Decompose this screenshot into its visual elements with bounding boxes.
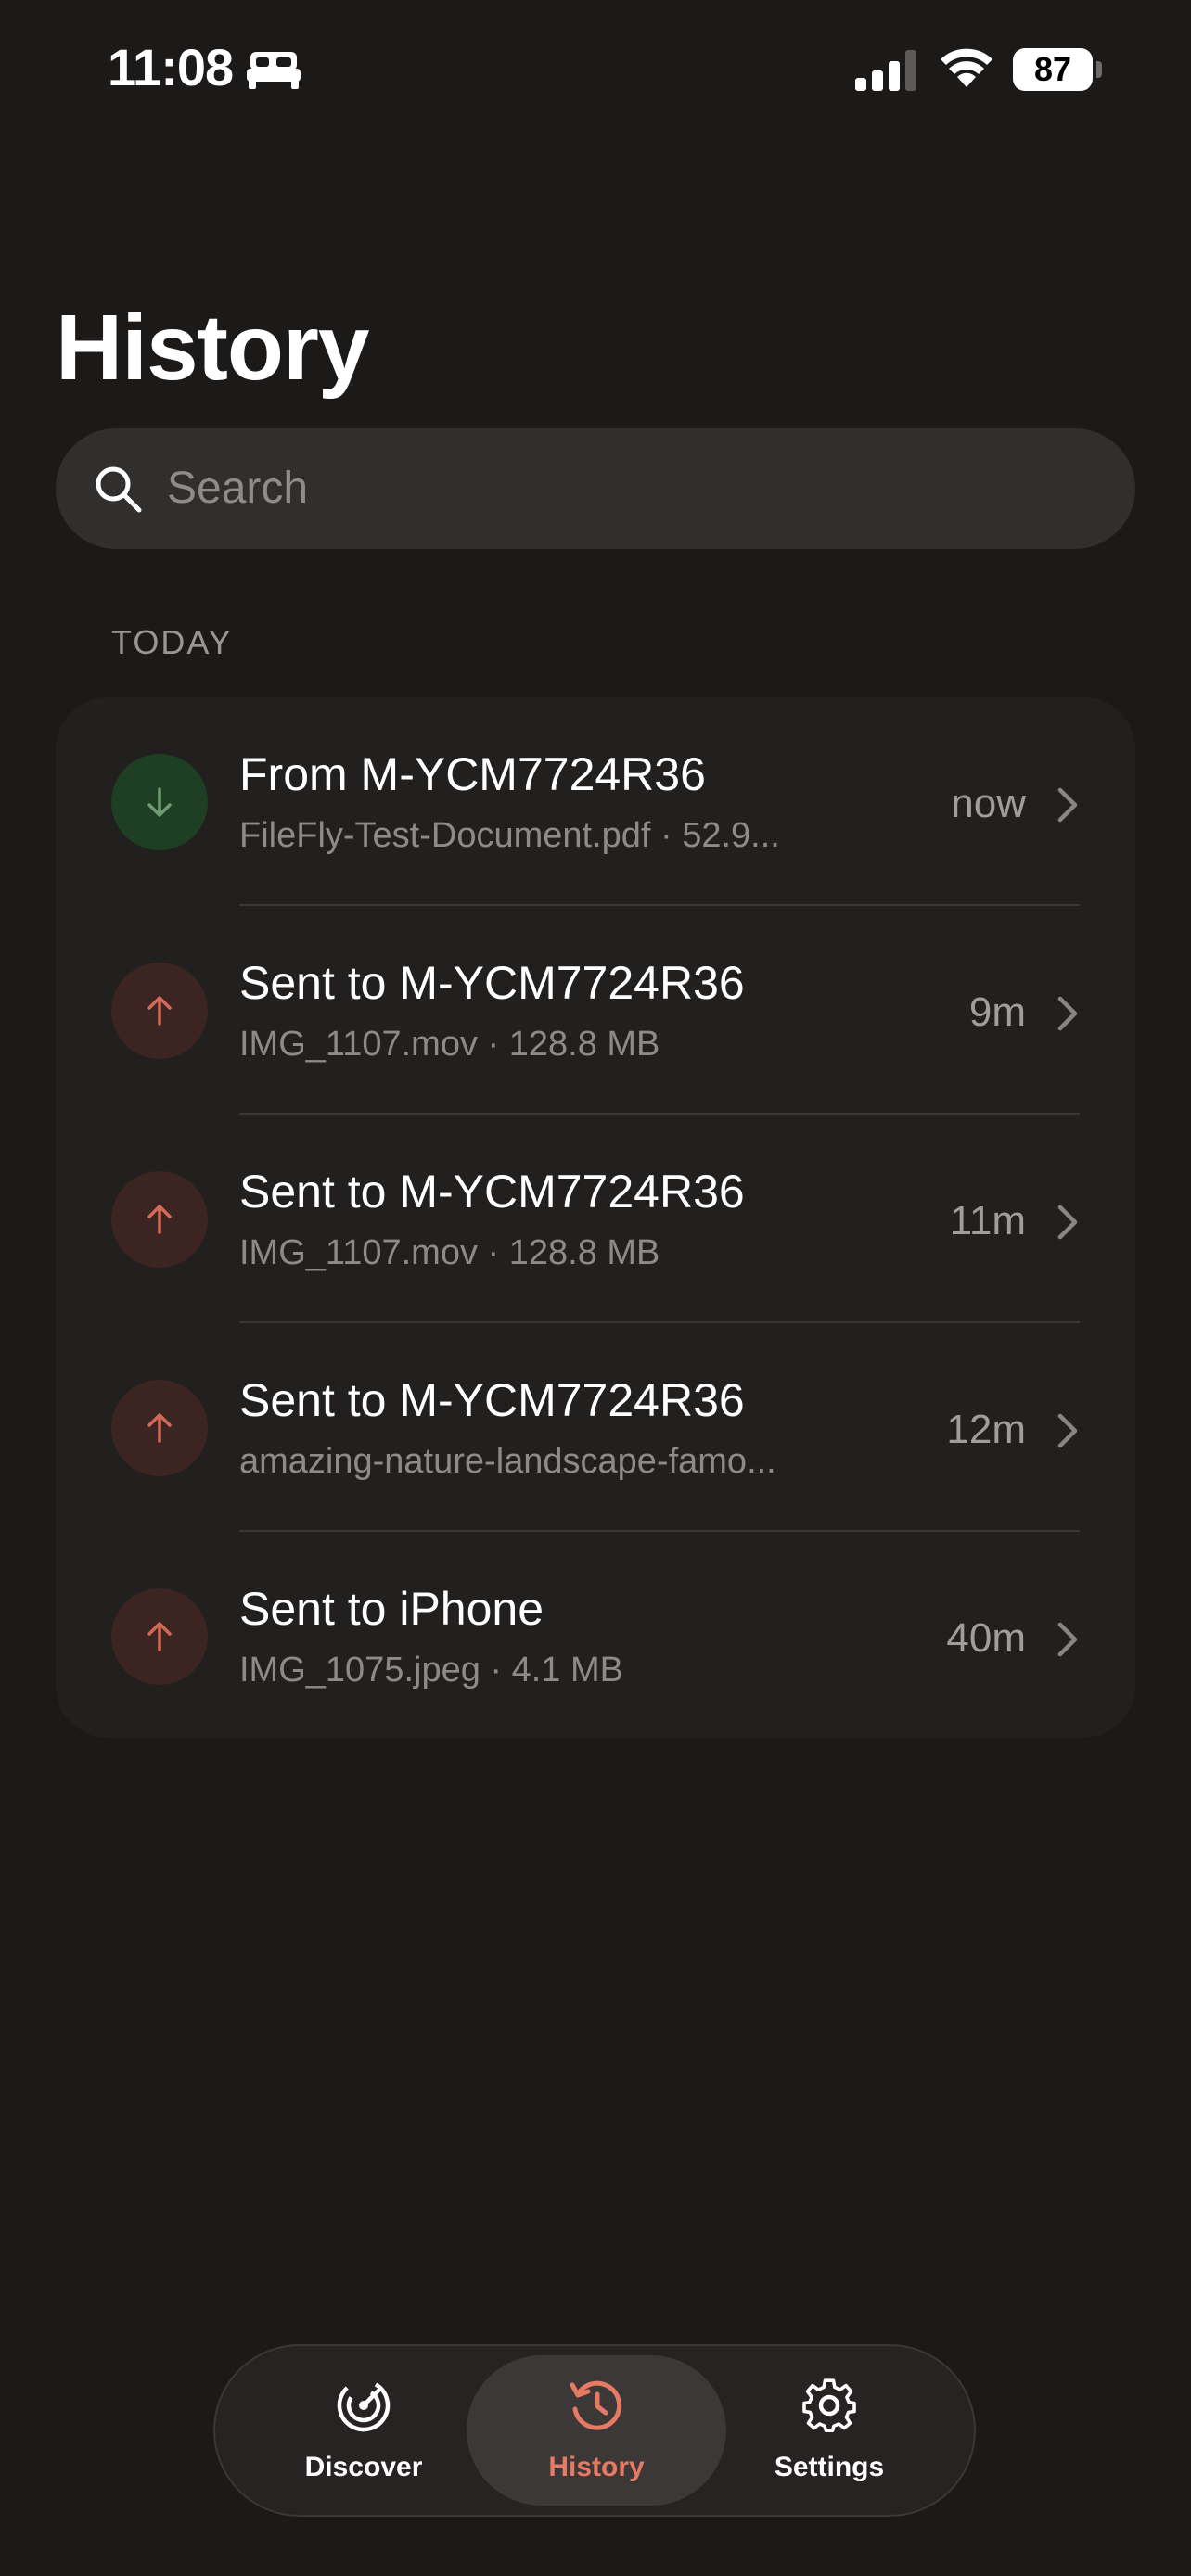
battery-level: 87 xyxy=(1013,48,1093,91)
gear-icon xyxy=(802,2378,856,2433)
row-subtitle: amazing-nature-landscape-famo... xyxy=(239,1442,776,1481)
search-placeholder: Search xyxy=(167,464,309,513)
status-bar: 11:08 87 xyxy=(0,0,1191,139)
chevron-right-icon xyxy=(1057,787,1078,823)
row-time: 11m xyxy=(949,1198,1026,1243)
arrow-up-icon xyxy=(147,1622,172,1651)
sent-badge xyxy=(111,1171,208,1268)
tab-label-settings: Settings xyxy=(774,2452,885,2482)
history-icon xyxy=(570,2380,622,2430)
history-row[interactable]: Sent to iPhone IMG_1075.jpeg · 4.1 MB 40… xyxy=(56,1532,1135,1741)
tab-settings[interactable]: Settings xyxy=(699,2355,959,2506)
row-subtitle: IMG_1107.mov · 128.8 MB xyxy=(239,1025,660,1064)
battery-cap xyxy=(1096,61,1102,78)
arrow-up-icon xyxy=(147,996,172,1026)
tab-label-history: History xyxy=(548,2452,645,2482)
tab-discover[interactable]: Discover xyxy=(234,2355,493,2506)
cellular-signal-icon xyxy=(855,50,916,91)
section-label-today: TODAY xyxy=(111,623,233,661)
row-subtitle: IMG_1075.jpeg · 4.1 MB xyxy=(239,1651,623,1690)
status-time: 11:08 xyxy=(108,38,234,96)
row-time: 9m xyxy=(968,989,1026,1035)
chevron-right-icon xyxy=(1057,1622,1078,1657)
arrow-up-icon xyxy=(147,1205,172,1234)
row-title: From M-YCM7724R36 xyxy=(239,748,706,800)
chevron-right-icon xyxy=(1057,996,1078,1031)
history-list: From M-YCM7724R36 FileFly-Test-Document.… xyxy=(56,697,1135,1738)
arrow-up-icon xyxy=(147,1413,172,1443)
row-time: 12m xyxy=(946,1407,1026,1452)
tab-history[interactable]: History xyxy=(467,2355,726,2506)
row-title: Sent to M-YCM7724R36 xyxy=(239,957,745,1009)
search-input[interactable]: Search xyxy=(56,428,1135,549)
row-title: Sent to iPhone xyxy=(239,1583,544,1635)
search-icon xyxy=(96,466,142,513)
wifi-icon xyxy=(941,48,992,87)
sent-badge xyxy=(111,1380,208,1476)
bed-icon xyxy=(247,52,301,89)
page-title: History xyxy=(56,296,370,400)
row-time: 40m xyxy=(946,1615,1026,1661)
arrow-down-icon xyxy=(147,787,172,817)
history-row[interactable]: Sent to M-YCM7724R36 amazing-nature-land… xyxy=(56,1323,1135,1532)
sent-badge xyxy=(111,963,208,1059)
row-subtitle: FileFly-Test-Document.pdf · 52.9... xyxy=(239,816,780,855)
row-subtitle: IMG_1107.mov · 128.8 MB xyxy=(239,1233,660,1272)
tab-bar: Discover History Settings xyxy=(213,2344,976,2517)
sent-badge xyxy=(111,1588,208,1685)
radar-icon xyxy=(337,2378,391,2432)
received-badge xyxy=(111,754,208,850)
history-row[interactable]: Sent to M-YCM7724R36 IMG_1107.mov · 128.… xyxy=(56,1115,1135,1323)
row-time: now xyxy=(951,781,1026,826)
history-row[interactable]: Sent to M-YCM7724R36 IMG_1107.mov · 128.… xyxy=(56,906,1135,1115)
battery-icon: 87 xyxy=(1013,48,1102,91)
chevron-right-icon xyxy=(1057,1205,1078,1240)
row-title: Sent to M-YCM7724R36 xyxy=(239,1374,745,1426)
chevron-right-icon xyxy=(1057,1413,1078,1448)
tab-label-discover: Discover xyxy=(304,2452,423,2482)
history-row[interactable]: From M-YCM7724R36 FileFly-Test-Document.… xyxy=(56,697,1135,906)
row-title: Sent to M-YCM7724R36 xyxy=(239,1166,745,1218)
